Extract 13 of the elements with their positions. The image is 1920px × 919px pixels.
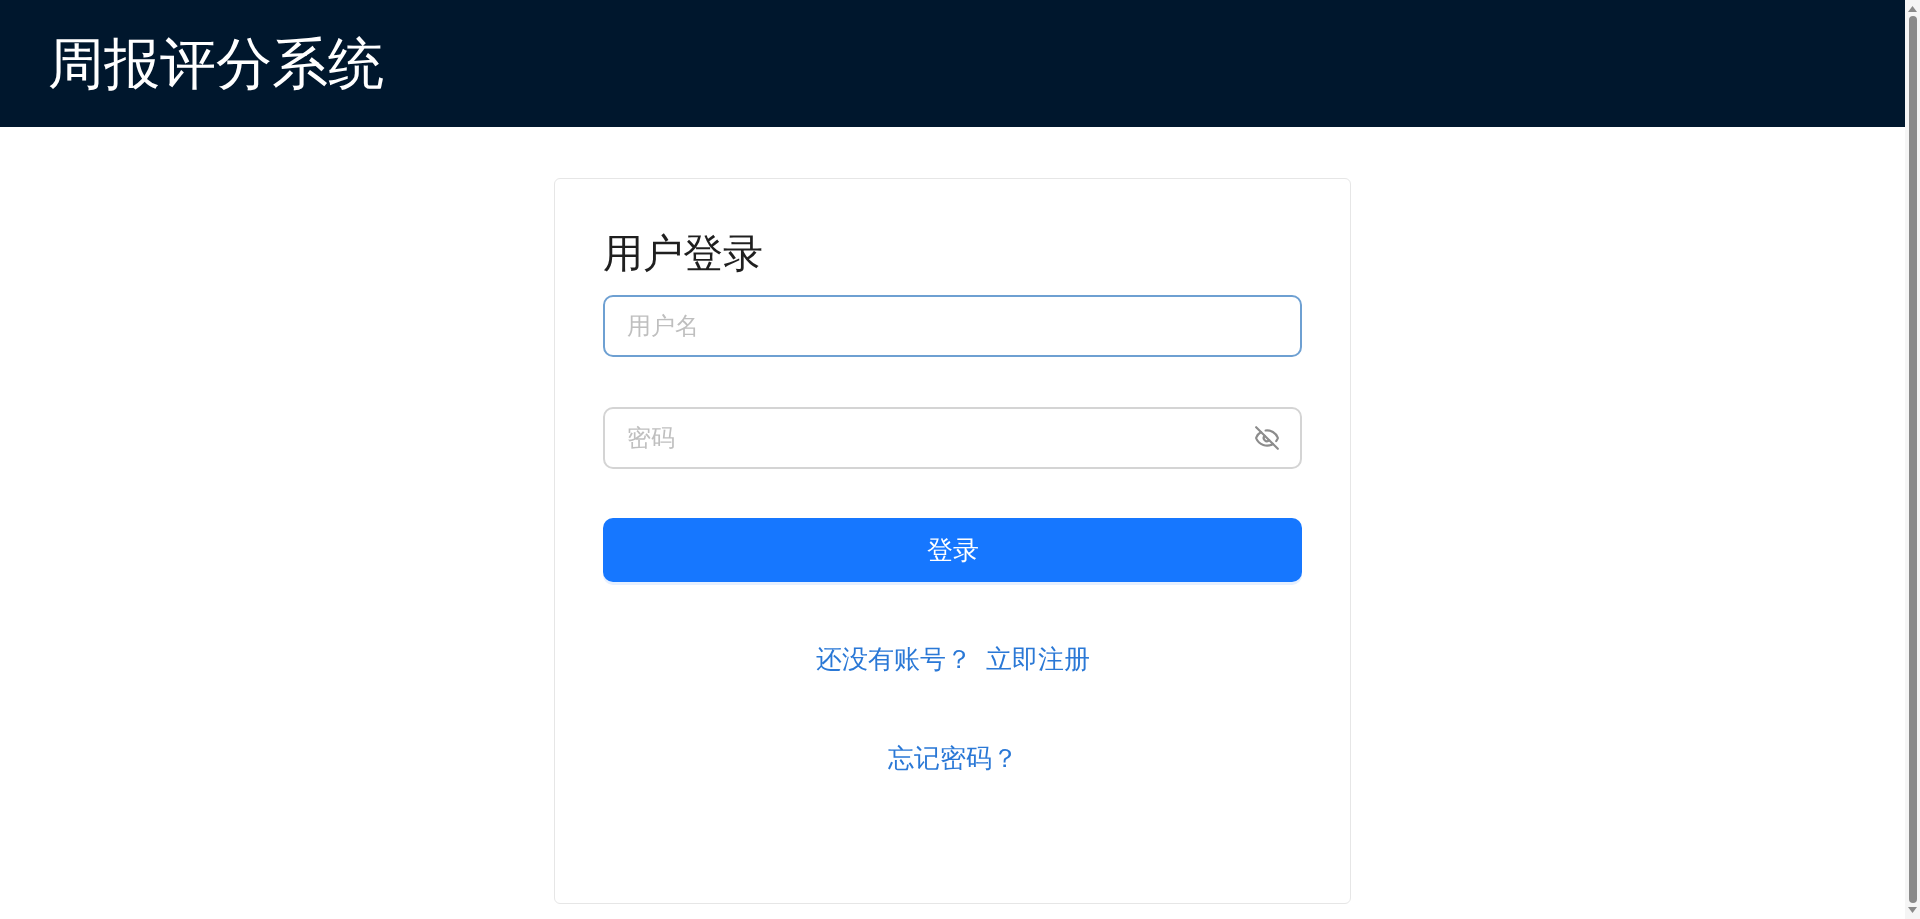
app-title: 周报评分系统 bbox=[48, 35, 384, 92]
password-field[interactable]: 密码 bbox=[603, 407, 1302, 469]
username-field[interactable]: 用户名 bbox=[603, 295, 1302, 357]
scroll-up-icon[interactable] bbox=[1908, 6, 1917, 12]
scroll-down-icon[interactable] bbox=[1908, 907, 1917, 913]
login-button[interactable]: 登录 bbox=[603, 518, 1302, 582]
forgot-password-link[interactable]: 忘记密码？ bbox=[887, 739, 1018, 778]
eye-off-icon[interactable] bbox=[1254, 425, 1280, 451]
register-prompt-link[interactable]: 还没有账号？ bbox=[815, 640, 972, 679]
login-title: 用户登录 bbox=[603, 230, 764, 277]
scrollbar-thumb[interactable] bbox=[1908, 16, 1917, 903]
register-link[interactable]: 立即注册 bbox=[985, 640, 1090, 679]
scrollbar[interactable] bbox=[1905, 0, 1920, 919]
